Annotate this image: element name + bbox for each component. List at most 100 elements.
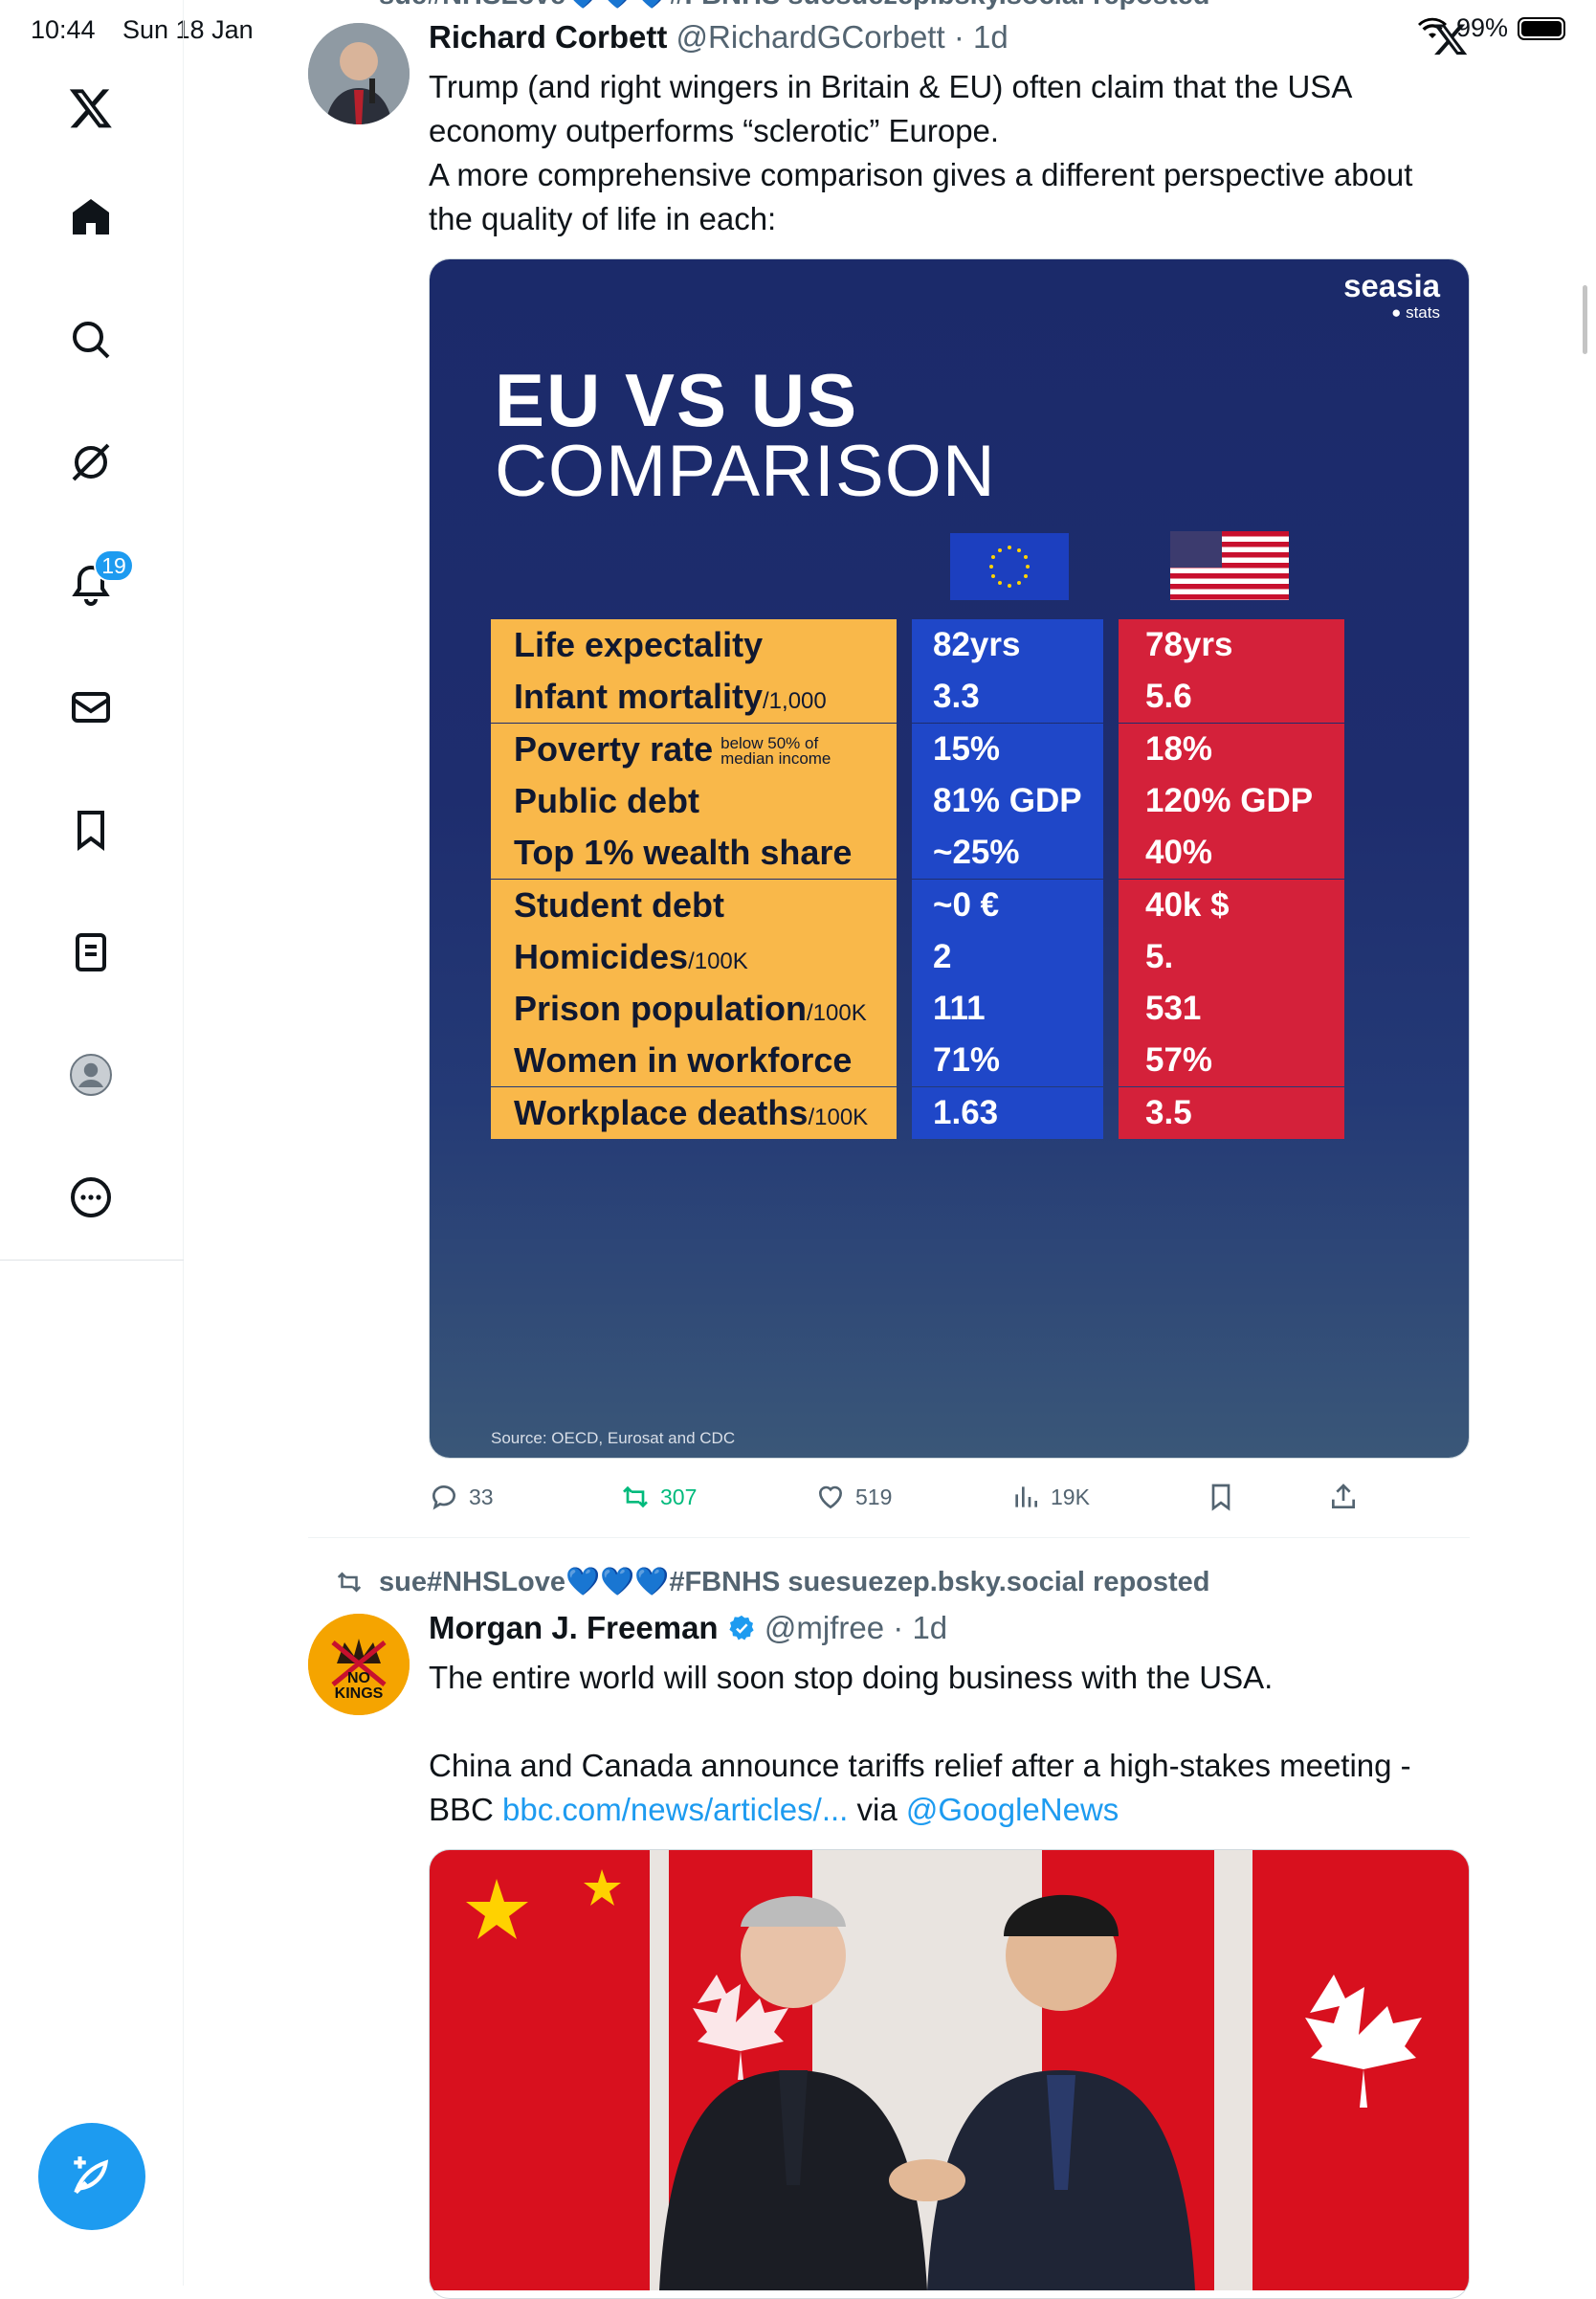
repost-button[interactable]: 307 [620,1482,697,1512]
nav-notifications[interactable]: 19 [57,549,134,618]
row-label-text: Student debt [514,884,724,925]
compose-feather-icon [74,2156,109,2195]
row-unit: /100K [688,948,748,974]
tweet-header: Morgan J. Freeman @mjfree · 1d [429,1610,947,1646]
share-icon [1332,1484,1355,1508]
like-button[interactable]: 519 [815,1482,892,1512]
tweet-time[interactable]: · 1d [893,1610,947,1645]
verified-badge-icon [729,1615,754,1641]
row-label: Homicides/100K [491,930,897,983]
eu-stars [989,546,1030,588]
tweet-text: The entire world will soon stop doing bu… [429,1656,1481,1832]
tweet-text-line: The entire world will soon stop doing bu… [429,1660,1274,1695]
tweet-media-photo[interactable] [429,1849,1470,2299]
row-note: below 50% of median income [720,734,831,769]
us-value: 78yrs [1119,619,1344,671]
share-button[interactable] [1328,1482,1359,1512]
eu-value: 15% [912,723,1103,775]
x-overlay-icon [1433,24,1468,56]
row-label: Life expectality [491,619,897,671]
us-flag-icon [1170,531,1289,600]
tweet-text-line: Trump (and right wingers in Britain & EU… [429,69,1353,104]
author-name[interactable]: Richard Corbett [429,19,667,55]
profile-avatar-icon [70,1054,112,1096]
row-label: Public debt [491,774,897,827]
row-label: Infant mortality/1,000 [491,671,897,724]
bookmark-button[interactable] [1206,1482,1236,1512]
author-avatar[interactable] [308,23,410,124]
mention-link[interactable]: @GoogleNews [906,1792,1119,1827]
brand-name: seasia [1343,268,1440,303]
tweet-text-line: China and Canada announce tariffs relief… [429,1748,1411,1783]
scrollbar[interactable] [1583,285,1587,354]
eu-value: ~0 € [912,879,1103,931]
eu-value: 71% [912,1035,1103,1087]
reply-button[interactable]: 33 [429,1482,494,1512]
repost-header[interactable]: sue#NHSLove💙💙💙#FBNHS suesuezep.bsky.soci… [337,1566,1210,1598]
row-unit: /100K [808,1104,869,1130]
us-value: 5.6 [1119,671,1344,724]
nav-grok[interactable] [57,429,124,496]
nav-home[interactable] [57,184,124,251]
article-link[interactable]: bbc.com/news/articles/... [502,1792,848,1827]
nav-more[interactable] [57,1164,124,1231]
leaders-handshake-photo [430,1850,1469,2290]
nav-search[interactable] [57,306,124,373]
us-value: 531 [1119,983,1344,1036]
nav-bookmarks[interactable] [57,796,124,863]
infographic-brand: seasia ● stats [1343,270,1440,326]
x-logo-button[interactable] [57,75,124,142]
view-count: 19K [1051,1484,1090,1509]
us-value: 57% [1119,1035,1344,1087]
us-value: 40% [1119,827,1344,880]
row-label: Prison population/100K [491,983,897,1036]
row-unit: /100K [806,1000,867,1027]
row-label-text: Poverty rate [514,728,714,769]
eu-value: 3.3 [912,671,1103,724]
nav-lists[interactable] [57,919,124,986]
tweet-text-line: A more comprehensive comparison gives a … [429,157,1413,192]
avatar-label: NO KINGS [334,1670,384,1702]
tweet-text-line: the quality of life in each: [429,201,777,236]
text-mid: via [848,1792,906,1827]
row-label: Top 1% wealth share [491,827,897,880]
sidebar-divider [0,1260,184,1261]
row-label-text: Prison population [514,989,807,1029]
row-label-text: Workplace deaths [514,1092,809,1132]
battery-icon [1518,16,1565,40]
repost-count: 307 [660,1484,698,1509]
author-handle[interactable]: @mjfree [765,1610,884,1645]
compose-button[interactable] [38,2123,145,2230]
views-button[interactable]: 19K [1010,1482,1090,1512]
more-icon [71,1177,111,1217]
us-value: 5. [1119,930,1344,983]
notifications-badge: 19 [94,549,134,582]
eu-value: 2 [912,930,1103,983]
like-count: 519 [855,1484,893,1509]
repost-icon [337,1572,362,1593]
us-value: 18% [1119,723,1344,775]
us-value: 3.5 [1119,1086,1344,1139]
infographic-subtitle: COMPARISON [495,431,996,512]
author-avatar[interactable]: NO KINGS [308,1614,410,1715]
row-label-text: Homicides [514,936,689,976]
tweet-time[interactable]: · 1d [954,19,1009,55]
nav-profile[interactable] [57,1041,124,1108]
tweet-separator [308,1537,1470,1538]
tweet-media-infographic[interactable]: seasia ● stats EU VS US COMPARISON Life e… [429,258,1470,1459]
home-icon [73,199,109,234]
eu-value: 111 [912,983,1103,1036]
list-icon [76,933,106,971]
eu-flag-icon [950,533,1069,600]
nav-messages[interactable] [57,674,124,741]
repost-header-cut: sue#NHSLove💙💙💙#FBNHS suesuezep.bsky.soci… [379,0,1210,11]
author-name[interactable]: Morgan J. Freeman [429,1610,719,1645]
us-stripes [1170,531,1289,600]
row-label-text: Top 1% wealth share [514,833,853,873]
eu-value: 81% GDP [912,774,1103,827]
infographic-source: Source: OECD, Eurosat and CDC [491,1429,736,1447]
infographic: seasia ● stats EU VS US COMPARISON Life e… [430,259,1469,1458]
row-label: Student debt [491,879,897,931]
bookmark-icon [1211,1484,1230,1511]
author-handle[interactable]: @RichardGCorbett [676,19,945,55]
